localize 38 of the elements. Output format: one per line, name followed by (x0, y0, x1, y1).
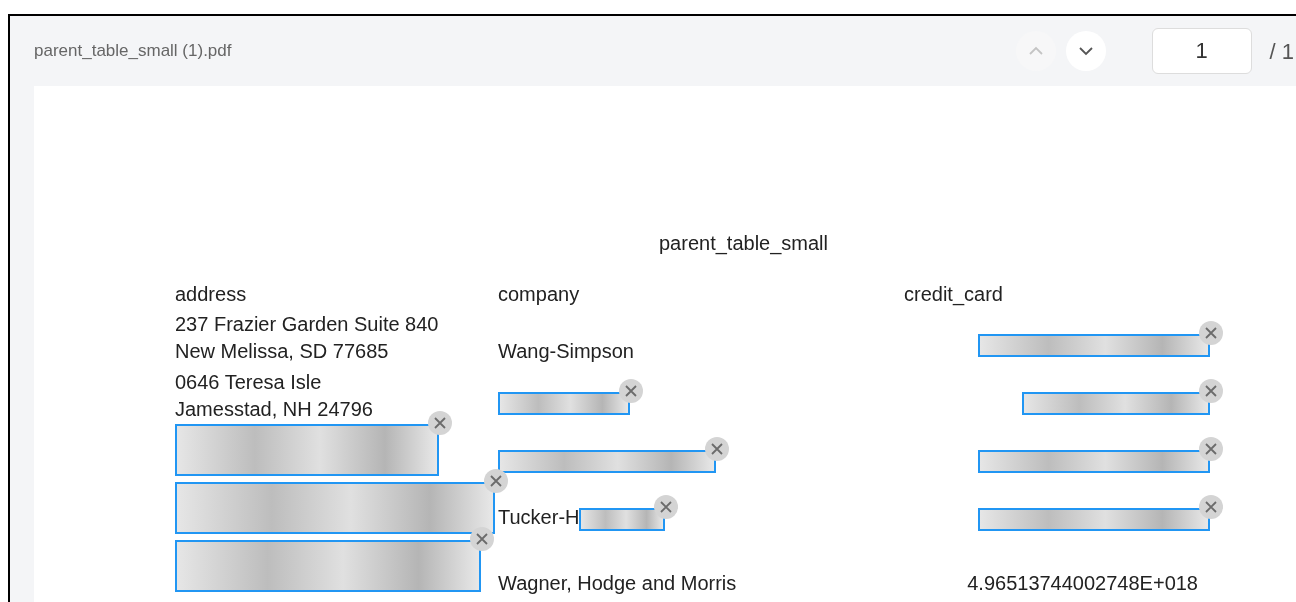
remove-icon[interactable] (653, 494, 680, 520)
remove-icon[interactable] (704, 436, 730, 462)
redaction-box[interactable] (498, 392, 630, 415)
column-header: company (498, 283, 580, 305)
page-number-field[interactable]: 1 (1151, 28, 1252, 74)
document-title: parent_table_small (659, 232, 828, 254)
remove-icon[interactable] (618, 378, 644, 404)
column-header: credit_card (904, 283, 1003, 305)
redaction-box[interactable] (978, 508, 1210, 531)
redaction-box[interactable] (978, 334, 1210, 357)
table-cell-text: 4.96513744002748E+018 (967, 571, 1198, 596)
next-page-button[interactable] (1065, 31, 1106, 71)
redaction-box[interactable] (498, 450, 716, 473)
redaction-box[interactable] (978, 450, 1210, 473)
table-cell-text: Tucker-H (498, 505, 580, 530)
chevron-down-icon (1077, 46, 1094, 56)
table-cell-text: Wang-Simpson (498, 339, 634, 364)
remove-icon[interactable] (427, 410, 453, 436)
redaction-box[interactable] (175, 540, 481, 592)
chevron-up-icon (1027, 46, 1044, 56)
redaction-box[interactable] (175, 424, 439, 476)
remove-icon[interactable] (1198, 320, 1224, 346)
redaction-box[interactable] (1022, 392, 1210, 415)
redaction-box[interactable] (579, 508, 666, 531)
table-cell-text: 0646 Teresa Isle (175, 370, 323, 395)
page-total: / 1 (1268, 37, 1295, 66)
remove-icon[interactable] (483, 468, 509, 494)
column-header: address (175, 283, 247, 305)
table-cell-text: Jamesstad, NH 24796 (175, 397, 373, 422)
redaction-box[interactable] (175, 482, 495, 534)
table-cell-text: 237 Frazier Garden Suite 840 (175, 312, 439, 337)
table-cell-text: New Melissa, SD 77685 (175, 339, 390, 364)
table-cell-text: Wagner, Hodge and Morris (498, 571, 737, 596)
remove-icon[interactable] (1198, 494, 1224, 520)
remove-icon[interactable] (1198, 436, 1224, 462)
remove-icon[interactable] (469, 526, 495, 552)
remove-icon[interactable] (1198, 378, 1224, 404)
file-name: parent_table_small (1).pdf (34, 40, 232, 63)
